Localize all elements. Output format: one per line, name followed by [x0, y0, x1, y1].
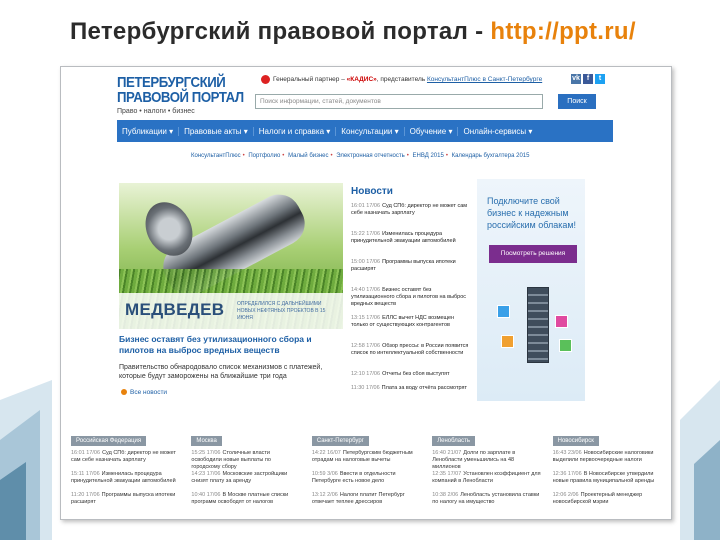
partner-mid: , представитель [376, 76, 426, 84]
news-item[interactable]: 11:30 17/06 Плата за воду отчёта рассмотр… [351, 385, 469, 399]
portal-logo[interactable]: ПЕТЕРБУРГСКИЙ ПРАВОВОЙ ПОРТАЛ Право • на… [117, 74, 244, 115]
server-icon [527, 287, 549, 363]
partner-logo-icon [261, 75, 270, 84]
search-input[interactable]: Поиск информации, статей, документов [255, 94, 543, 109]
region-column: Ленобласть 16:40 21/07 Долги по зарплате … [432, 429, 541, 513]
news-item[interactable]: 12:10 17/06 Отчеты без сбоя выступят [351, 371, 469, 385]
feature-image[interactable]: МЕДВЕДЕВ ОПРЕДЕЛИЛСЯ С ДАЛЬНЕЙШИМИ НОВЫХ… [119, 183, 343, 329]
region-news-item[interactable]: 13:12 2/06 Налоги платит Петербург отвеча… [312, 492, 420, 513]
nav-education[interactable]: Обучение ▾ [405, 126, 459, 136]
slide-title-text: Петербургский правовой портал - [70, 18, 491, 45]
partner-prefix: Генеральный партнер – [273, 76, 345, 84]
news-item[interactable]: 14:40 17/06 Бизнес оставят без утилизацио… [351, 287, 469, 315]
news-item[interactable]: 15:00 17/06 Программы выпуска ипотеки рас… [351, 259, 469, 287]
region-news-item[interactable]: 10:59 3/06 Ввести в отдельности Петербург… [312, 471, 420, 492]
partner-link[interactable]: КонсультантПлюс в Санкт-Петербурге [427, 76, 542, 83]
twitter-icon[interactable]: t [595, 74, 605, 84]
news-item[interactable]: 12:58 17/06 Обзор прессы: в России появит… [351, 343, 469, 371]
logo-line-1: ПЕТЕРБУРГСКИЙ [117, 74, 226, 91]
feature-headline[interactable]: Бизнес оставят без утилизационного сбора… [119, 334, 345, 356]
all-news-label: Все новости [130, 389, 168, 396]
ad-button[interactable]: Посмотреть решения [489, 245, 577, 263]
news-item[interactable]: 13:15 17/06 ЕЛЛС вычет НДС возмещен тольк… [351, 315, 469, 343]
region-news-item[interactable]: 11:20 17/06 Программы выпуска ипотеки рас… [71, 492, 179, 513]
breadcrumb-item[interactable]: КонсультантПлюс [191, 153, 241, 159]
region-column: Новосибирск 16:43 23/06 Новосибирские нал… [552, 429, 661, 513]
region-news-item[interactable]: 12:06 2/06 Проектерный менеджер новосибир… [553, 492, 661, 513]
portal-screenshot: ПЕТЕРБУРГСКИЙ ПРАВОВОЙ ПОРТАЛ Право • на… [60, 66, 672, 520]
all-news-link[interactable]: Все новости [121, 389, 167, 396]
vk-icon[interactable]: vk [571, 74, 581, 84]
region-news-item[interactable]: 12:35 17/07 Установлен коэффициент для ко… [432, 471, 540, 492]
ad-text: Подключите свой бизнес к надежным россий… [487, 196, 577, 230]
region-news-item[interactable]: 10:40 17/06 В Москве платные списки прогр… [191, 492, 299, 513]
regional-news: Российская Федерация 16:01 17/06 Суд СПб:… [71, 429, 661, 513]
feature-text: Правительство обнародовало список механи… [119, 364, 323, 380]
document-icon [501, 335, 514, 348]
news-item[interactable]: 16:01 17/06 Суд СПб: директор не может са… [351, 203, 469, 231]
nav-publications[interactable]: Публикации ▾ [117, 126, 180, 136]
chart-icon [555, 315, 568, 328]
region-column: Санкт-Петербург 14:22 16/07 Петербургским… [311, 429, 420, 513]
slide-title: Петербургский правовой портал - http://p… [70, 18, 690, 46]
news-heading[interactable]: Новости [351, 186, 393, 197]
region-news-item[interactable]: 12:36 17/06 В Новосибирске утвердили новы… [553, 471, 661, 492]
gear-icon [497, 305, 510, 318]
feature-banner-subtitle: ОПРЕДЕЛИЛСЯ С ДАЛЬНЕЙШИМИ НОВЫХ НЕФТЯНЫХ… [237, 301, 326, 321]
decor-left-stripes [0, 380, 52, 540]
region-news-item[interactable]: 16:43 23/06 Новосибирские налоговики выде… [553, 450, 661, 471]
nav-consultations[interactable]: Консультации ▾ [336, 126, 405, 136]
partner-line: Генеральный партнер – «КАДИС», представи… [261, 75, 542, 84]
region-news-item[interactable]: 16:40 21/07 Долги по зарплате в Ленобласт… [432, 450, 540, 471]
region-column: Российская Федерация 16:01 17/06 Суд СПб:… [71, 429, 179, 513]
logo-line-2: ПРАВОВОЙ ПОРТАЛ [117, 89, 244, 106]
feature-banner-title: МЕДВЕДЕВ [125, 300, 225, 319]
breadcrumb-item[interactable]: Календарь бухгалтера 2015 [452, 153, 530, 159]
region-tab[interactable]: Санкт-Петербург [311, 436, 369, 446]
search-button[interactable]: Поиск [558, 94, 596, 109]
partner-name: «КАДИС» [346, 76, 377, 84]
region-tab[interactable]: Москва [191, 436, 222, 446]
region-news-item[interactable]: 14:22 16/07 Петербургским бюджетным отрад… [312, 450, 420, 471]
region-news-item[interactable]: 15:25 17/06 Столичные власти освободили н… [191, 450, 299, 471]
main-nav: Публикации ▾ Правовые акты ▾ Налоги и сп… [117, 120, 613, 142]
logo-tagline: Право • налоги • бизнес [117, 108, 195, 115]
region-news-item[interactable]: 10:38 2/06 Ленобласть установила ставки п… [432, 492, 540, 513]
breadcrumb-item[interactable]: Малый бизнес [288, 153, 328, 159]
breadcrumb-item[interactable]: Электронная отчетность [336, 153, 404, 159]
cloud-ad-banner[interactable]: Подключите свой бизнес к надежным россий… [477, 179, 585, 401]
nav-legal-acts[interactable]: Правовые акты ▾ [179, 126, 254, 136]
nav-online-services[interactable]: Онлайн-сервисы ▾ [458, 127, 537, 136]
news-item[interactable]: 15:22 17/06 Изменилась процедура принудит… [351, 231, 469, 259]
region-news-item[interactable]: 15:11 17/06 Изменилась процедура принудит… [71, 471, 179, 492]
region-column: Москва 15:25 17/06 Столичные власти освоб… [191, 429, 299, 513]
breadcrumb-item[interactable]: Портфолио [248, 153, 280, 159]
region-tab[interactable]: Новосибирск [552, 436, 599, 446]
region-news-item[interactable]: 16:01 17/06 Суд СПб: директор не может са… [71, 450, 179, 471]
facebook-icon[interactable]: f [583, 74, 593, 84]
social-links: vk f t [571, 74, 605, 84]
nav-taxes[interactable]: Налоги и справка ▾ [254, 126, 337, 136]
decor-right-stripes [680, 380, 720, 540]
breadcrumb: КонсультантПлюс • Портфолио • Малый бизнес… [191, 153, 530, 159]
slide-title-url[interactable]: http://ppt.ru/ [490, 18, 635, 45]
region-tab[interactable]: Российская Федерация [71, 436, 147, 446]
region-tab[interactable]: Ленобласть [432, 436, 476, 446]
news-list: 16:01 17/06 Суд СПб: директор не может са… [351, 203, 469, 399]
feature-banner: МЕДВЕДЕВ ОПРЕДЕЛИЛСЯ С ДАЛЬНЕЙШИМИ НОВЫХ… [119, 293, 343, 329]
check-icon [559, 339, 572, 352]
bullet-icon [121, 389, 127, 396]
region-news-item[interactable]: 14:23 17/06 Московские застройщики снизят… [191, 471, 299, 492]
breadcrumb-item[interactable]: ЕНВД 2015 [413, 153, 444, 159]
